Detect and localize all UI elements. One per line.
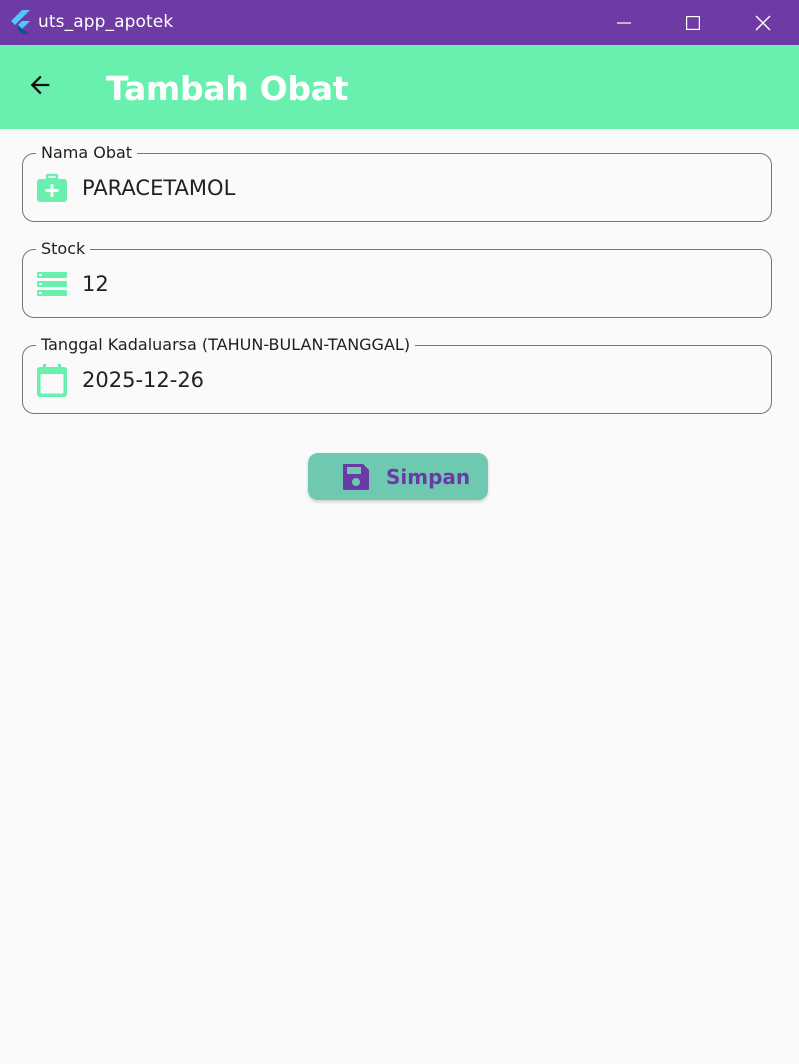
flutter-logo-icon [10, 10, 32, 34]
arrow-back-icon [26, 71, 54, 103]
back-button[interactable] [18, 65, 62, 109]
window-title: uts_app_apotek [38, 12, 174, 32]
stock-field[interactable]: Stock [22, 239, 772, 318]
tanggal-kadaluarsa-field[interactable]: Tanggal Kadaluarsa (TAHUN-BULAN-TANGGAL) [22, 335, 772, 414]
minimize-icon [617, 16, 631, 30]
tanggal-kadaluarsa-input[interactable] [82, 364, 742, 396]
close-button[interactable] [728, 0, 798, 45]
stock-label: Stock [36, 239, 91, 259]
app-bar: Tambah Obat [0, 45, 799, 129]
close-icon [755, 15, 771, 31]
save-button[interactable]: Simpan [308, 453, 488, 500]
window-titlebar: uts_app_apotek [0, 0, 799, 45]
stock-input[interactable] [82, 268, 742, 300]
nama-obat-field[interactable]: Nama Obat [22, 143, 772, 222]
page-title: Tambah Obat [106, 69, 349, 108]
tanggal-kadaluarsa-label: Tanggal Kadaluarsa (TAHUN-BULAN-TANGGAL) [36, 335, 416, 355]
medical-bag-icon [36, 172, 68, 204]
maximize-button[interactable] [658, 0, 728, 45]
nama-obat-input[interactable] [82, 172, 742, 204]
nama-obat-label: Nama Obat [36, 143, 138, 163]
minimize-button[interactable] [589, 0, 659, 45]
storage-list-icon [36, 268, 68, 300]
save-button-label: Simpan [386, 465, 471, 489]
floppy-save-icon [341, 462, 371, 492]
calendar-icon [36, 364, 68, 397]
maximize-icon [686, 15, 700, 30]
